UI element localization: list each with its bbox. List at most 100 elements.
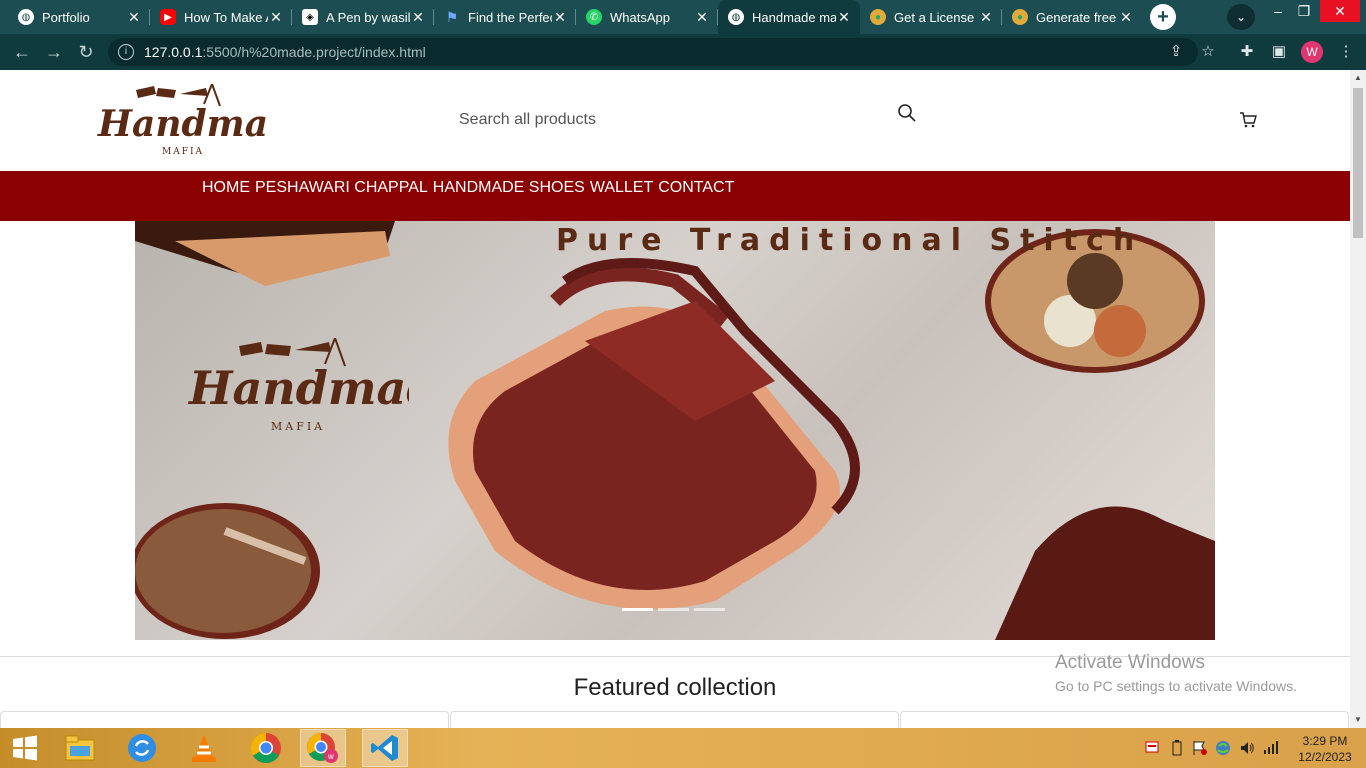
- hero-banner[interactable]: Pure Traditional Stitch Handmade MAFIA: [135, 221, 1215, 640]
- tab-title: Handmade ma: [752, 9, 836, 25]
- windows-taskbar: w 3:29 PM 12/2/2023: [0, 728, 1366, 768]
- profile-avatar[interactable]: W: [1301, 41, 1323, 63]
- whatsapp-icon: ✆: [586, 9, 602, 25]
- clock-date: 12/2/2023: [1298, 750, 1352, 764]
- file-explorer-button[interactable]: [58, 730, 102, 766]
- svg-text:Handmade: Handmade: [187, 361, 409, 415]
- hero-title: Pure Traditional Stitch: [556, 223, 1144, 258]
- site-header: Handmade MAFIA Search all products: [0, 70, 1350, 171]
- hero-logo: Handmade MAFIA: [187, 338, 409, 433]
- vscode-icon: [371, 735, 398, 761]
- address-bar[interactable]: i 127.0.0.1:5500/h%20made.project/index.…: [108, 38, 1198, 66]
- security-tray-icon[interactable]: [1145, 740, 1159, 757]
- bookmark-star-icon[interactable]: ☆: [1198, 42, 1218, 62]
- search-icon[interactable]: [897, 103, 917, 123]
- tab-title: Find the Perfect: [468, 9, 552, 25]
- scroll-down-arrow[interactable]: ▼: [1350, 712, 1366, 728]
- activate-windows-watermark: Activate Windows Go to PC settings to ac…: [1055, 652, 1297, 694]
- start-icon: [13, 735, 37, 761]
- product-grid: [0, 711, 1350, 728]
- svg-text:MAFIA: MAFIA: [162, 147, 204, 157]
- earth-icon: ●: [870, 9, 886, 25]
- vscode-button[interactable]: [362, 729, 408, 767]
- network-globe-icon[interactable]: [1215, 740, 1231, 759]
- watermark-title: Activate Windows: [1055, 652, 1205, 673]
- tab-license[interactable]: ● Get a License ✕: [860, 0, 1002, 34]
- new-tab-button[interactable]: +: [1150, 4, 1176, 30]
- start-button[interactable]: [3, 730, 47, 766]
- sync-app-button[interactable]: [120, 730, 164, 766]
- chrome-profile-button[interactable]: w: [300, 729, 346, 767]
- nav-peshawari-chappal[interactable]: PESHAWARI CHAPPAL: [255, 179, 428, 197]
- carousel-dot[interactable]: [658, 608, 689, 611]
- flag-icon: ⚑: [445, 8, 459, 25]
- youtube-icon: ▶: [160, 9, 176, 25]
- close-icon[interactable]: ✕: [126, 9, 142, 26]
- earth-icon: ●: [1012, 9, 1028, 25]
- scroll-thumb[interactable]: [1353, 88, 1363, 238]
- tab-find[interactable]: ⚑ Find the Perfect ✕: [434, 0, 576, 34]
- site-logo[interactable]: Handmade MAFIA: [96, 84, 268, 158]
- nav-wallet[interactable]: WALLET: [590, 179, 653, 197]
- info-icon[interactable]: i: [118, 44, 134, 60]
- cart-icon[interactable]: [1239, 112, 1257, 128]
- tab-title: How To Make A: [184, 9, 268, 25]
- product-card[interactable]: [900, 711, 1349, 728]
- close-icon[interactable]: ✕: [694, 9, 710, 26]
- tab-handmade[interactable]: ◍ Handmade ma ✕: [718, 0, 860, 34]
- close-window-button[interactable]: ✕: [1320, 0, 1360, 22]
- watermark-subtitle: Go to PC settings to activate Windows.: [1055, 678, 1297, 694]
- volume-icon[interactable]: [1239, 740, 1255, 759]
- page-scrollbar[interactable]: ▲ ▼: [1350, 70, 1366, 728]
- nav-handmade-shoes[interactable]: HANDMADE SHOES: [433, 179, 585, 197]
- nav-home[interactable]: HOME: [202, 179, 250, 197]
- menu-icon[interactable]: ⋮: [1336, 42, 1356, 62]
- tab-portfolio[interactable]: ◍ Portfolio ✕: [8, 0, 150, 34]
- share-icon[interactable]: ⇪: [1166, 42, 1186, 62]
- system-clock[interactable]: 3:29 PM 12/2/2023: [1294, 733, 1356, 765]
- main-nav: HOME PESHAWARI CHAPPAL HANDMADE SHOES WA…: [0, 171, 1350, 221]
- flag-tray-icon[interactable]: [1192, 740, 1208, 759]
- browser-tab-strip: ◍ Portfolio ✕ ▶ How To Make A ✕ ◈ A Pen …: [0, 0, 1366, 34]
- side-panel-icon[interactable]: ▣: [1269, 42, 1289, 62]
- tab-title: A Pen by wasil: [326, 9, 410, 25]
- battery-icon[interactable]: [1172, 740, 1182, 759]
- close-icon[interactable]: ✕: [978, 9, 994, 26]
- close-icon[interactable]: ✕: [410, 9, 426, 26]
- file-explorer-icon: [65, 735, 95, 761]
- tab-youtube[interactable]: ▶ How To Make A ✕: [150, 0, 292, 34]
- product-card[interactable]: [0, 711, 449, 728]
- svg-text:Handmade: Handmade: [97, 103, 268, 145]
- vlc-button[interactable]: [182, 730, 226, 766]
- reload-button[interactable]: ↻: [74, 40, 98, 64]
- carousel-dot[interactable]: [694, 608, 725, 611]
- signal-icon[interactable]: [1263, 740, 1279, 757]
- chrome-profile-icon: w: [307, 733, 338, 763]
- svg-text:MAFIA: MAFIA: [271, 420, 325, 433]
- tab-whatsapp[interactable]: ✆ WhatsApp ✕: [576, 0, 718, 34]
- tab-generate[interactable]: ● Generate free ✕: [1002, 0, 1142, 34]
- restore-button[interactable]: ❐: [1288, 0, 1320, 28]
- scroll-up-arrow[interactable]: ▲: [1350, 70, 1366, 86]
- codepen-icon: ◈: [302, 9, 318, 25]
- svg-text:w: w: [327, 752, 334, 761]
- url-path: :5500/h%20made.project/index.html: [202, 44, 426, 60]
- close-icon[interactable]: ✕: [1118, 9, 1134, 26]
- close-icon[interactable]: ✕: [552, 9, 568, 26]
- vlc-icon: [192, 735, 216, 762]
- tab-codepen[interactable]: ◈ A Pen by wasil ✕: [292, 0, 434, 34]
- chrome-button[interactable]: [244, 730, 288, 766]
- url-host: 127.0.0.1: [144, 44, 203, 60]
- close-icon[interactable]: ✕: [268, 9, 284, 26]
- tab-title: Portfolio: [42, 9, 90, 25]
- nav-contact[interactable]: CONTACT: [658, 179, 734, 197]
- extensions-icon[interactable]: ✚: [1237, 42, 1257, 62]
- back-button[interactable]: ←: [10, 40, 34, 64]
- tab-search-button[interactable]: ⌄: [1227, 4, 1255, 30]
- carousel-dot[interactable]: [622, 608, 653, 611]
- forward-button[interactable]: →: [42, 40, 66, 64]
- search-input[interactable]: Search all products: [459, 108, 919, 132]
- globe-icon: ◍: [728, 9, 744, 25]
- close-icon[interactable]: ✕: [836, 9, 852, 26]
- product-card[interactable]: [450, 711, 899, 728]
